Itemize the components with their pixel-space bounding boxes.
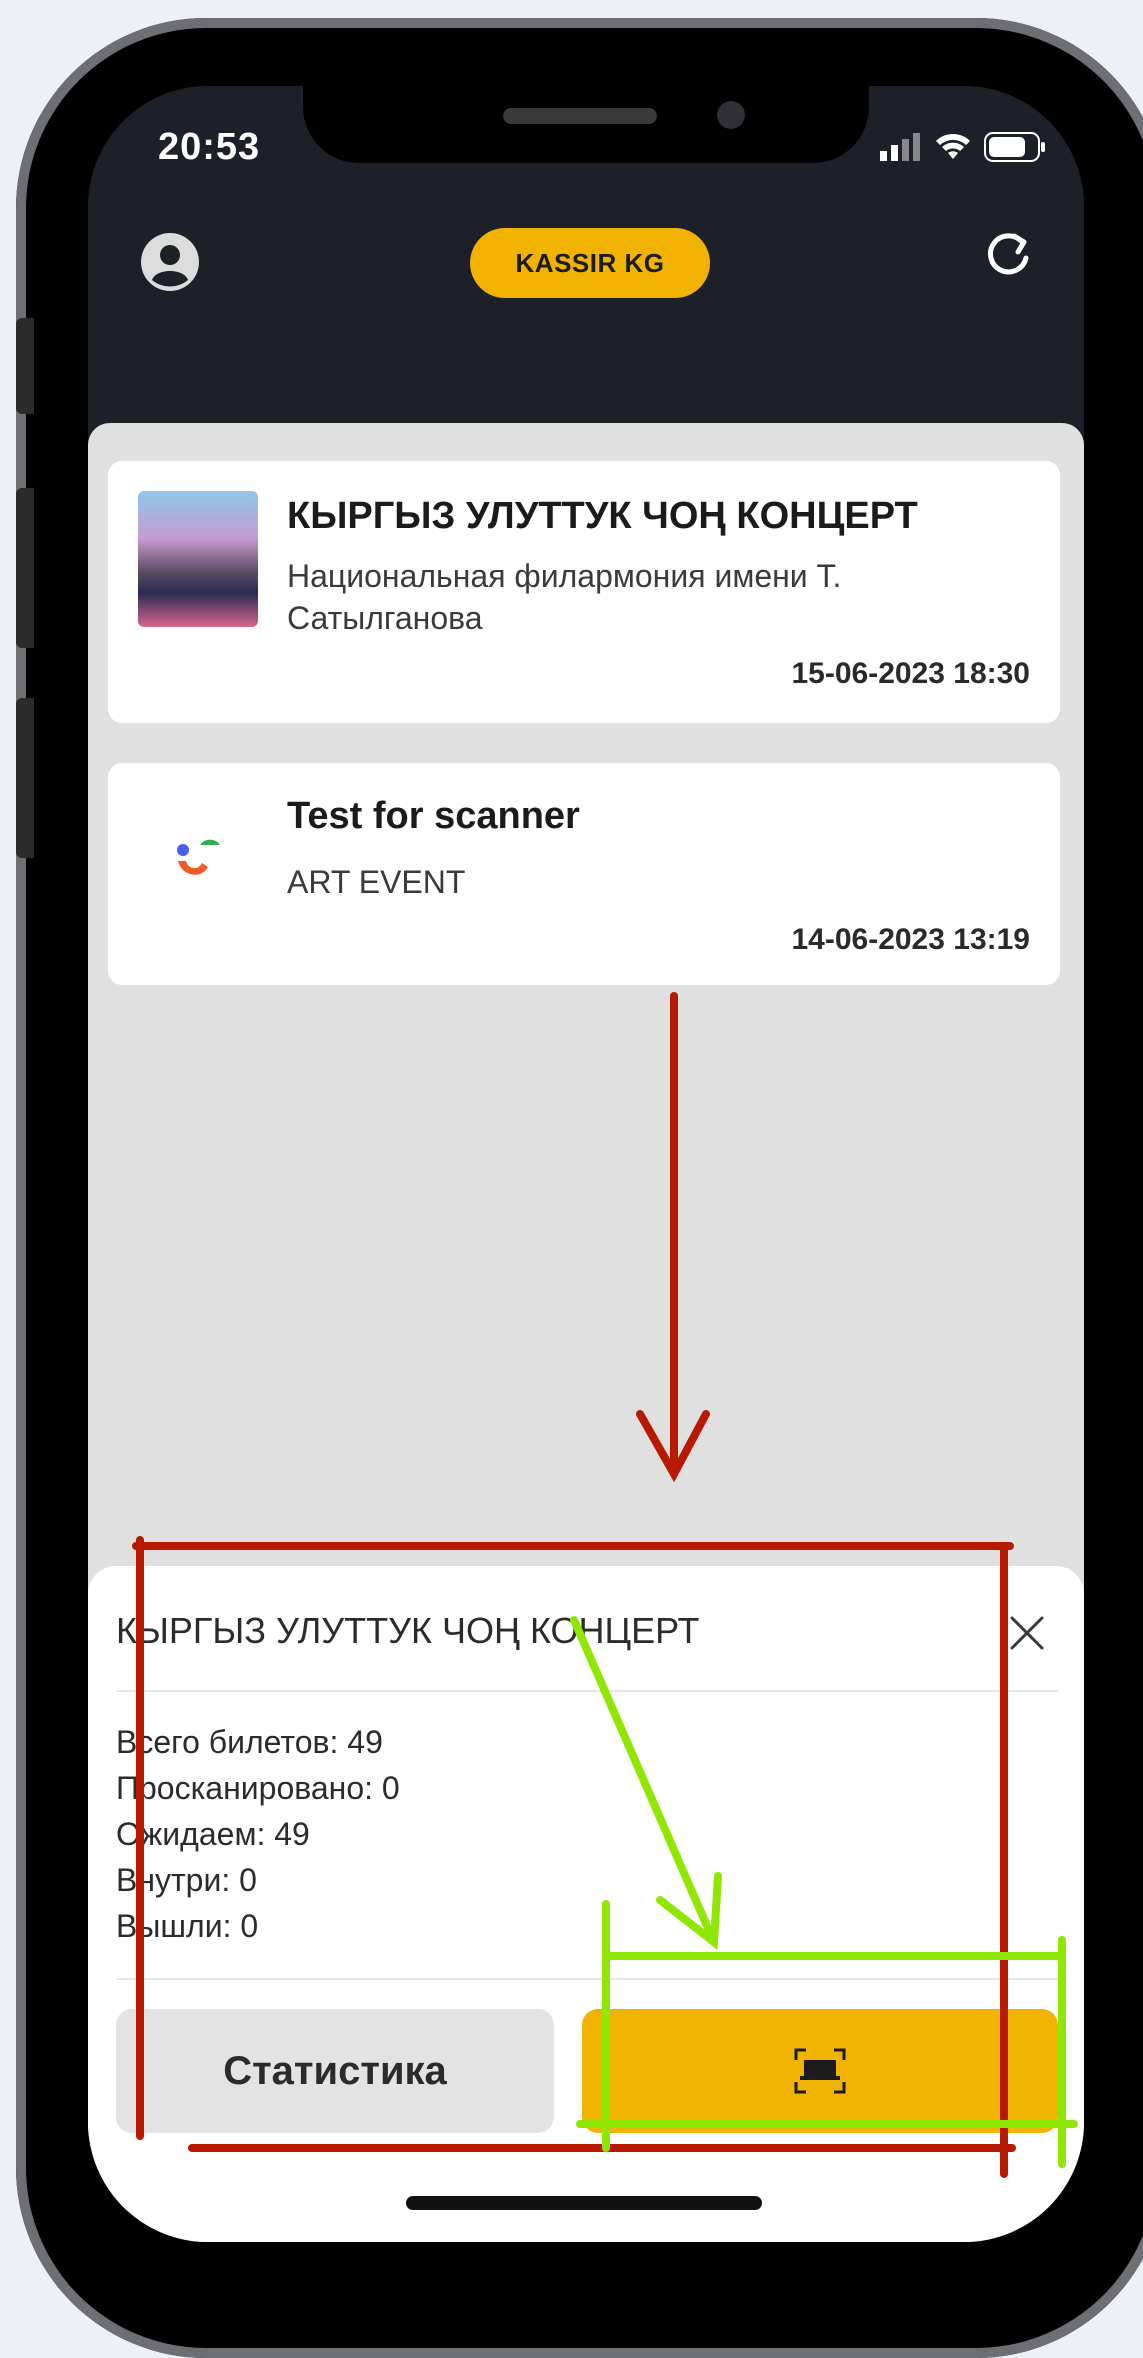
profile-icon[interactable] [140, 232, 200, 292]
notch [303, 86, 869, 163]
event-title: Test for scanner [287, 795, 580, 837]
phone-screen: 20:53 KASSIR KG КЫРГЫЗ УЛУТТУК ЧОҢ КОНЦЕ… [88, 86, 1084, 2242]
volume-down-button [16, 698, 34, 858]
sheet-title: КЫРГЫЗ УЛУТТУК ЧОҢ КОНЦЕРТ [116, 1610, 700, 1651]
status-time: 20:53 [158, 126, 261, 168]
statistics-button[interactable]: Статистика [116, 2009, 554, 2133]
wifi-icon [936, 133, 970, 159]
divider [116, 1978, 1058, 1980]
event-bottom-sheet: КЫРГЫЗ УЛУТТУК ЧОҢ КОНЦЕРТ Всего билетов… [88, 1566, 1084, 2242]
event-card[interactable]: Test for scanner ART EVENT 14-06-2023 13… [108, 763, 1060, 985]
divider [116, 1690, 1058, 1692]
event-datetime: 14-06-2023 13:19 [791, 923, 1030, 956]
mute-switch [16, 318, 34, 414]
refresh-icon[interactable] [980, 226, 1036, 282]
stat-inside: Внутри: 0 [116, 1862, 257, 1898]
close-icon[interactable] [1008, 1614, 1046, 1652]
stat-exited: Вышли: 0 [116, 1908, 259, 1944]
battery-icon [984, 132, 1045, 162]
event-venue: ART EVENT [287, 864, 466, 900]
home-indicator [406, 2196, 762, 2210]
stat-total-tickets: Всего билетов: 49 [116, 1724, 383, 1760]
event-card[interactable]: КЫРГЫЗ УЛУТТУК ЧОҢ КОНЦЕРТ Национальная … [108, 461, 1060, 723]
volume-up-button [16, 488, 34, 648]
status-icons [880, 132, 1046, 162]
stat-scanned: Просканировано: 0 [116, 1770, 400, 1806]
scan-icon [794, 2048, 846, 2094]
front-camera [717, 101, 745, 129]
event-poster-image [138, 491, 258, 627]
event-venue: Национальная филармония имени Т. Сатылга… [287, 558, 842, 636]
scan-button[interactable] [582, 2009, 1058, 2133]
event-title: КЫРГЫЗ УЛУТТУК ЧОҢ КОНЦЕРТ [287, 495, 918, 537]
brand-badge: KASSIR KG [470, 228, 710, 298]
stat-expected: Ожидаем: 49 [116, 1816, 310, 1852]
event-logo-icon [177, 839, 220, 875]
signal-icon [880, 133, 920, 161]
event-datetime: 15-06-2023 18:30 [791, 657, 1030, 690]
speaker [503, 108, 657, 124]
